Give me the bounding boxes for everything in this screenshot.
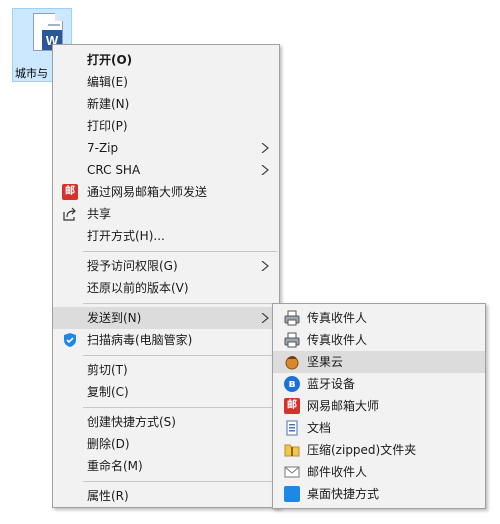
menu-item-share[interactable]: 共享 bbox=[53, 203, 279, 225]
fax-icon bbox=[284, 332, 300, 348]
menu-item-open[interactable]: 打开(O) bbox=[53, 49, 279, 71]
chevron-right-icon bbox=[261, 165, 269, 175]
fax-icon bbox=[284, 310, 300, 326]
menu-item-new[interactable]: 新建(N) bbox=[53, 93, 279, 115]
sendto-item-fax-2[interactable]: 传真收件人 bbox=[273, 329, 485, 351]
nut-icon bbox=[285, 356, 299, 370]
sendto-item-documents[interactable]: 文档 bbox=[273, 417, 485, 439]
share-icon bbox=[63, 207, 76, 221]
menu-separator bbox=[83, 355, 277, 356]
zip-folder-icon bbox=[284, 444, 300, 457]
send-to-submenu: 传真收件人 传真收件人 坚果云 ʙ 蓝牙设备 邮 网易邮箱大师 文档 压缩(zi… bbox=[272, 303, 486, 509]
sendto-item-mail[interactable]: 邮件收件人 bbox=[273, 461, 485, 483]
menu-separator bbox=[83, 407, 277, 408]
menu-item-open-with[interactable]: 打开方式(H)... bbox=[53, 225, 279, 247]
sendto-item-jianguoyun[interactable]: 坚果云 bbox=[273, 351, 485, 373]
menu-item-rename[interactable]: 重命名(M) bbox=[53, 455, 279, 477]
menu-item-grant-access[interactable]: 授予访问权限(G) bbox=[53, 255, 279, 277]
menu-item-restore-versions[interactable]: 还原以前的版本(V) bbox=[53, 277, 279, 299]
menu-separator bbox=[83, 481, 277, 482]
netease-mail-icon: 邮 bbox=[62, 184, 78, 200]
menu-separator bbox=[83, 303, 277, 304]
sendto-item-desktop-shortcut[interactable]: 桌面快捷方式 bbox=[273, 483, 485, 505]
chevron-right-icon bbox=[261, 313, 269, 323]
menu-item-send-to[interactable]: 发送到(N) bbox=[53, 307, 279, 329]
menu-separator bbox=[83, 251, 277, 252]
sendto-item-zip[interactable]: 压缩(zipped)文件夹 bbox=[273, 439, 485, 461]
sendto-item-netease[interactable]: 邮 网易邮箱大师 bbox=[273, 395, 485, 417]
menu-item-delete[interactable]: 删除(D) bbox=[53, 433, 279, 455]
netease-mail-icon: 邮 bbox=[284, 398, 300, 414]
menu-item-create-shortcut[interactable]: 创建快捷方式(S) bbox=[53, 411, 279, 433]
menu-item-netease-send[interactable]: 邮 通过网易邮箱大师发送 bbox=[53, 181, 279, 203]
menu-item-7zip[interactable]: 7-Zip bbox=[53, 137, 279, 159]
menu-item-print[interactable]: 打印(P) bbox=[53, 115, 279, 137]
desktop-icon bbox=[284, 486, 300, 502]
mail-icon bbox=[284, 466, 300, 478]
menu-item-properties[interactable]: 属性(R) bbox=[53, 485, 279, 507]
menu-item-copy[interactable]: 复制(C) bbox=[53, 381, 279, 403]
sendto-item-fax-1[interactable]: 传真收件人 bbox=[273, 307, 485, 329]
menu-item-scan-virus[interactable]: 扫描病毒(电脑管家) bbox=[53, 329, 279, 351]
documents-icon bbox=[286, 420, 298, 436]
chevron-right-icon bbox=[261, 143, 269, 153]
menu-item-crc-sha[interactable]: CRC SHA bbox=[53, 159, 279, 181]
menu-item-edit[interactable]: 编辑(E) bbox=[53, 71, 279, 93]
shield-icon bbox=[64, 333, 76, 347]
menu-item-cut[interactable]: 剪切(T) bbox=[53, 359, 279, 381]
chevron-right-icon bbox=[261, 261, 269, 271]
context-menu: 打开(O) 编辑(E) 新建(N) 打印(P) 7-Zip CRC SHA 邮 … bbox=[52, 44, 280, 508]
bluetooth-icon: ʙ bbox=[284, 376, 300, 392]
sendto-item-bluetooth[interactable]: ʙ 蓝牙设备 bbox=[273, 373, 485, 395]
